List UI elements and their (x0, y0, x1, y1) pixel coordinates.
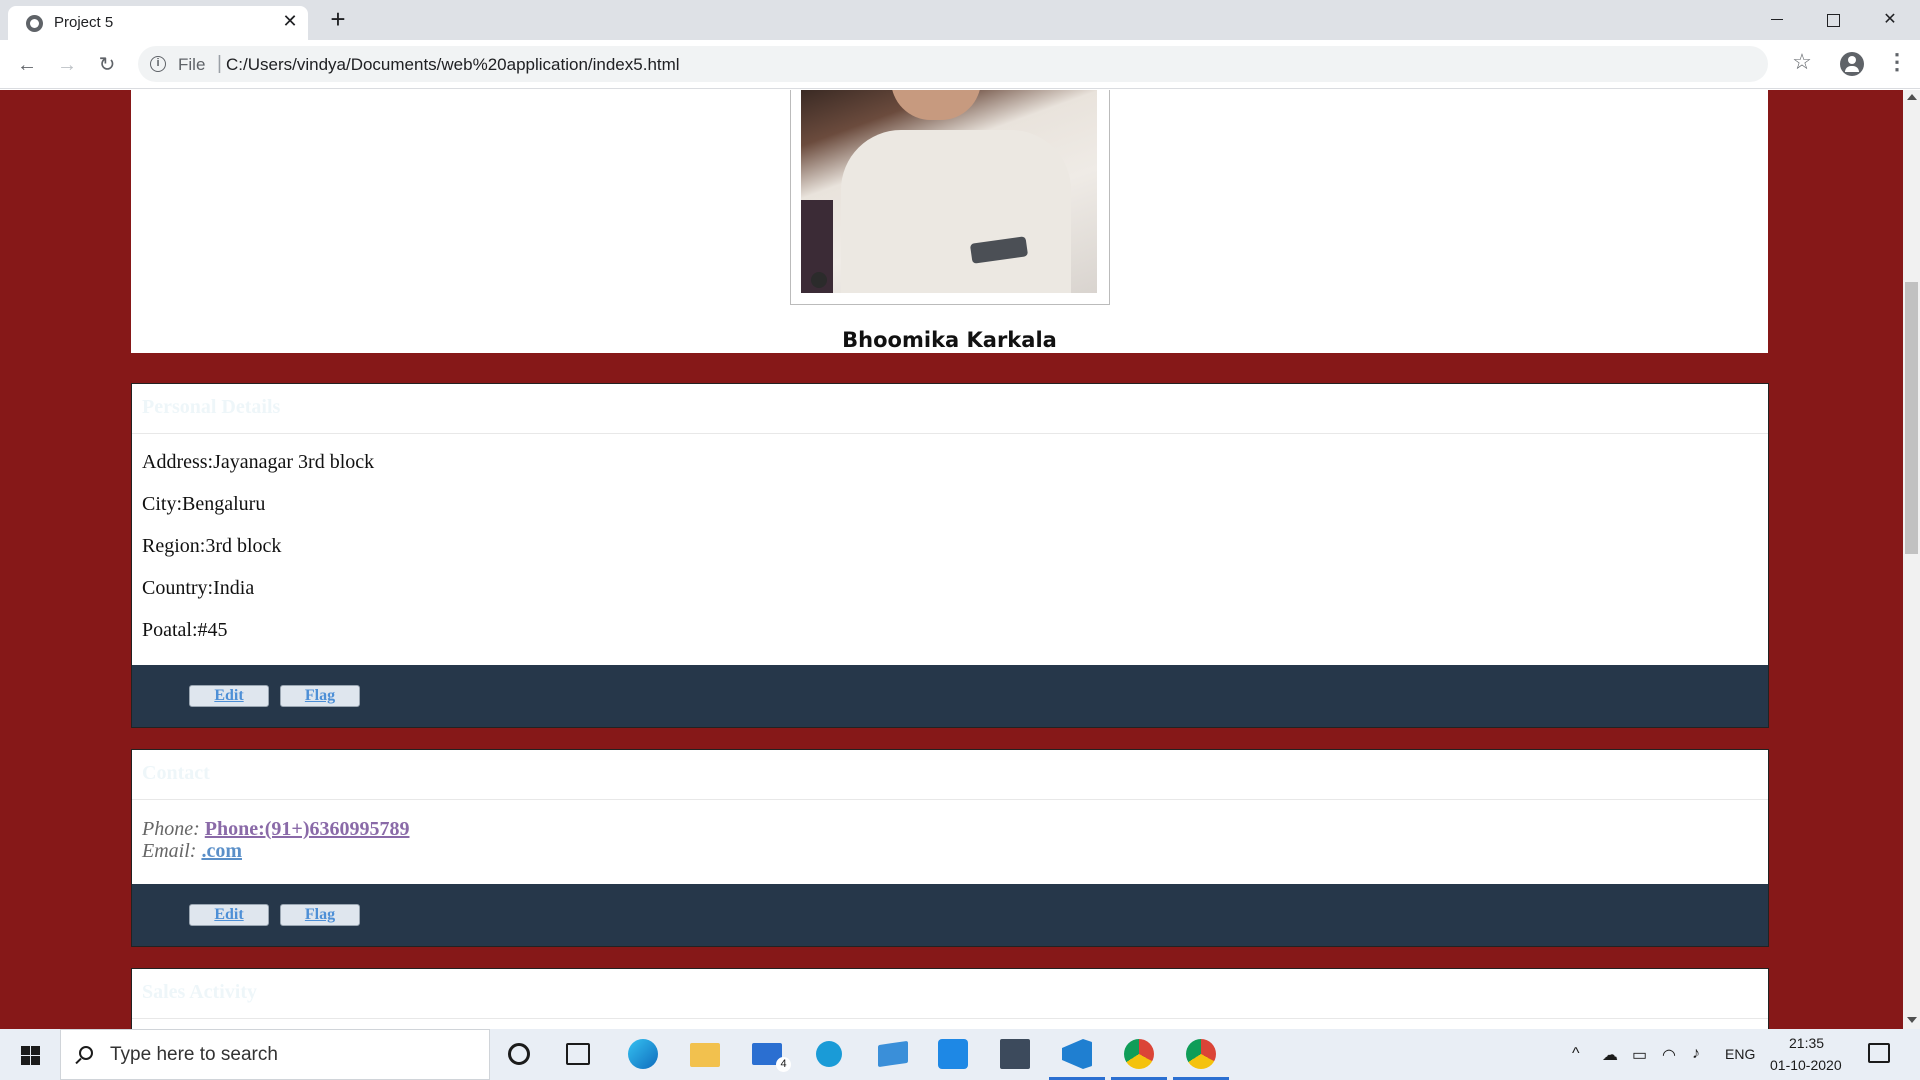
wifi-icon[interactable]: ◠ (1662, 1045, 1676, 1065)
chrome-icon[interactable] (1186, 1039, 1216, 1069)
globe-icon (26, 15, 43, 32)
edit-button[interactable]: Edit (189, 685, 269, 707)
phone-link[interactable]: Phone:(91+)6360995789 (205, 818, 410, 840)
postal-line: Poatal:#45 (142, 619, 228, 641)
language-indicator[interactable]: ENG (1725, 1046, 1755, 1062)
minimize-window-button[interactable] (1747, 0, 1807, 40)
phone-label: Phone: (142, 818, 200, 840)
city-line: City:Bengaluru (142, 493, 266, 515)
browser-tabstrip: Project 5 ✕ + ✕ (0, 0, 1920, 40)
taskbar-search-box[interactable]: Type here to search (60, 1029, 490, 1080)
contact-card: Contact Phone: Phone:(91+)6360995789 Ema… (131, 749, 1769, 947)
close-tab-icon[interactable]: ✕ (280, 11, 300, 31)
cloud-status-icon[interactable]: ☁ (1602, 1045, 1618, 1065)
profile-section: Bhoomika Karkala (131, 90, 1768, 353)
personal-details-body: Address:Jayanagar 3rd block City:Bengalu… (132, 434, 1768, 660)
task-view-icon[interactable] (566, 1043, 590, 1065)
search-placeholder: Type here to search (110, 1044, 278, 1065)
show-hidden-icons-icon[interactable]: ^ (1572, 1045, 1580, 1063)
profile-avatar-icon[interactable] (1840, 52, 1864, 76)
url-scheme: File (178, 55, 206, 74)
email-line: Email: .com (142, 840, 1758, 862)
scroll-down-arrow-icon[interactable] (1907, 1017, 1917, 1023)
browser-tab[interactable]: Project 5 ✕ (8, 6, 308, 40)
personal-details-header: Personal Details (132, 384, 1768, 434)
clock-time[interactable]: 21:35 (1789, 1035, 1824, 1051)
url-separator: | (217, 53, 222, 74)
personal-details-footer: Edit Flag (132, 665, 1768, 727)
vertical-scrollbar[interactable] (1903, 90, 1920, 1029)
mail-badge: 4 (776, 1057, 791, 1072)
contact-header: Contact (132, 750, 1768, 800)
search-icon (79, 1046, 93, 1060)
pinned-app-icon[interactable] (938, 1039, 968, 1069)
windows-taskbar: Type here to search 4 ^ ☁ ▭ ◠ ♪ ENG 21:3… (0, 1029, 1920, 1080)
edge-browser-icon[interactable] (628, 1039, 658, 1069)
battery-icon[interactable]: ▭ (1632, 1045, 1647, 1065)
pinned-app-icon[interactable] (1000, 1039, 1030, 1069)
notifications-icon[interactable] (1868, 1043, 1890, 1063)
personal-details-card: Personal Details Address:Jayanagar 3rd b… (131, 383, 1769, 728)
address-bar[interactable]: i File | C:/Users/vindya/Documents/web%2… (138, 46, 1768, 82)
edit-button[interactable]: Edit (189, 904, 269, 926)
photo-face (891, 90, 981, 120)
address-line: Address:Jayanagar 3rd block (142, 451, 375, 473)
bookmark-star-icon[interactable]: ☆ (1790, 50, 1814, 74)
vscode-icon[interactable] (1062, 1039, 1092, 1069)
email-link[interactable]: .com (201, 840, 242, 862)
sales-activity-header: Sales Activity (132, 969, 1768, 1019)
file-explorer-icon[interactable] (690, 1043, 720, 1067)
new-tab-button[interactable]: + (324, 6, 352, 34)
country-line: Country:India (142, 577, 255, 599)
photo-watermark-icon (811, 272, 827, 288)
chrome-icon[interactable] (1124, 1039, 1154, 1069)
photo-sweater (841, 130, 1071, 293)
cortana-icon[interactable] (508, 1043, 530, 1065)
maximize-window-button[interactable] (1803, 0, 1863, 40)
clock-date[interactable]: 01-10-2020 (1770, 1057, 1842, 1073)
url-text[interactable]: C:/Users/vindya/Documents/web%20applicat… (226, 55, 680, 75)
profile-name: Bhoomika Karkala (842, 328, 1057, 352)
contact-body: Phone: Phone:(91+)6360995789 Email: .com (132, 800, 1768, 862)
tab-title: Project 5 (54, 14, 114, 31)
contact-footer: Edit Flag (132, 884, 1768, 946)
flag-button[interactable]: Flag (280, 685, 360, 707)
profile-photo (801, 90, 1097, 293)
reload-icon[interactable]: ↻ (92, 50, 122, 80)
email-label: Email: (142, 840, 197, 862)
region-line: Region:3rd block (142, 535, 282, 557)
scroll-up-arrow-icon[interactable] (1907, 94, 1917, 100)
page-viewport: Bhoomika Karkala Personal Details Addres… (0, 90, 1903, 1029)
sales-activity-card: Sales Activity (131, 968, 1769, 1029)
windows-start-icon[interactable] (0, 1029, 60, 1080)
pinned-app-icon[interactable] (816, 1041, 842, 1067)
flag-button[interactable]: Flag (280, 904, 360, 926)
site-info-icon[interactable]: i (150, 56, 166, 72)
browser-menu-icon[interactable]: ⋮ (1886, 51, 1908, 75)
forward-arrow-icon[interactable]: → (52, 50, 82, 80)
browser-toolbar: ← → ↻ i File | C:/Users/vindya/Documents… (0, 40, 1920, 89)
pinned-app-icon[interactable] (878, 1040, 908, 1068)
profile-photo-frame (790, 90, 1110, 305)
volume-icon[interactable]: ♪ (1692, 1045, 1700, 1063)
scrollbar-thumb[interactable] (1905, 282, 1918, 554)
phone-line: Phone: Phone:(91+)6360995789 (142, 818, 1758, 840)
back-arrow-icon[interactable]: ← (12, 50, 42, 80)
close-window-button[interactable]: ✕ (1860, 0, 1920, 40)
